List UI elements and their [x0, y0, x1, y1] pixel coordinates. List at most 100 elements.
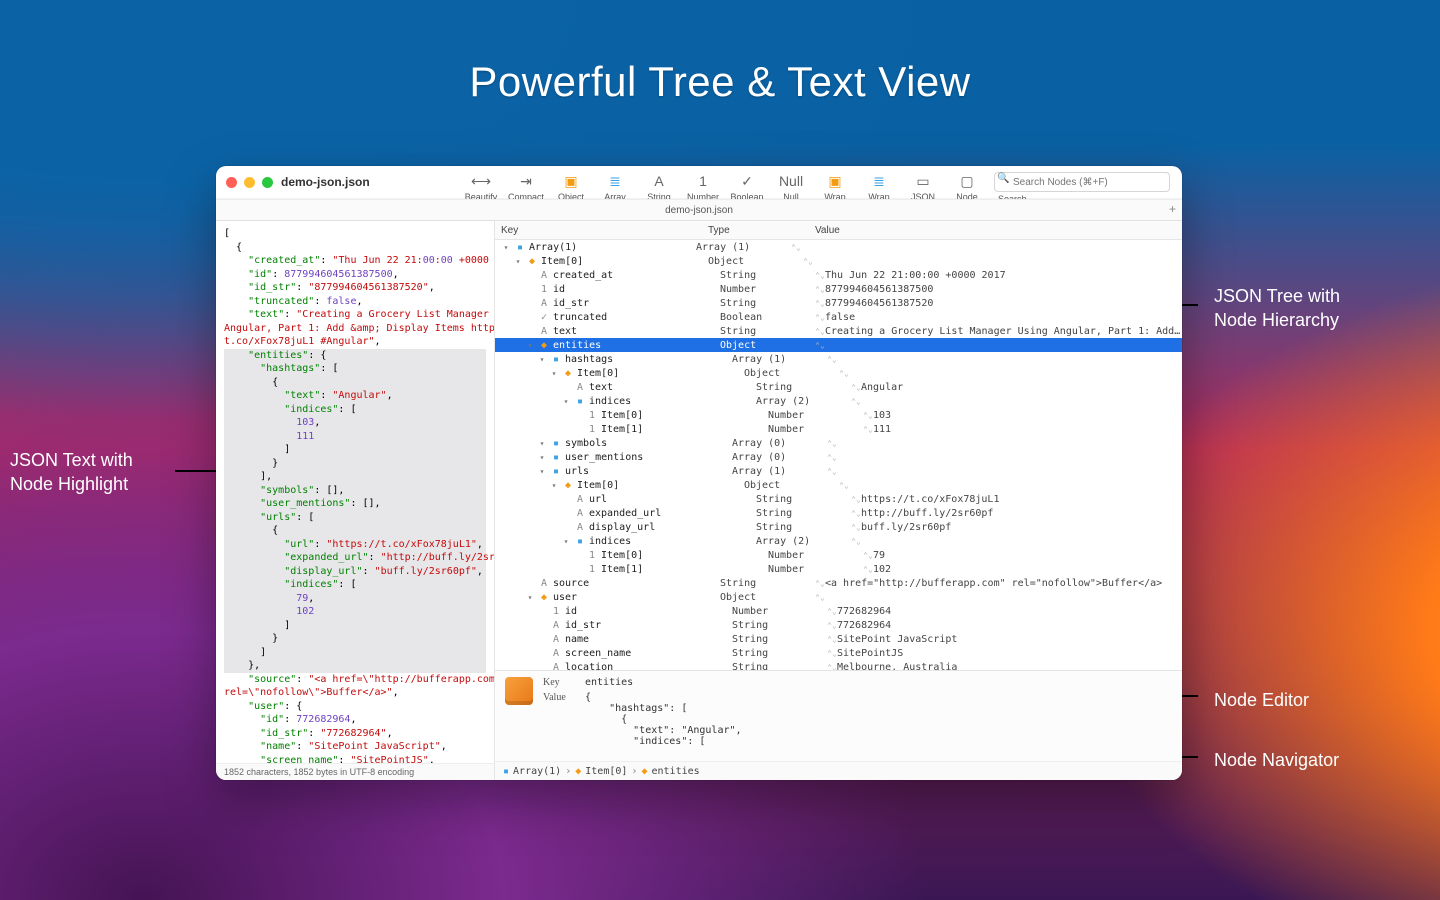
tree-row[interactable]: ▾◆userObject⌃⌄	[495, 590, 1182, 604]
tree-row[interactable]: AnameString⌃⌄SitePoint JavaScript	[495, 632, 1182, 646]
tree-row[interactable]: 1Item[1]Number⌃⌄111	[495, 422, 1182, 436]
tree-row[interactable]: AtextString⌃⌄Angular	[495, 380, 1182, 394]
stepper-icon[interactable]: ⌃⌄	[827, 621, 837, 630]
number-icon: 1	[694, 172, 712, 190]
stepper-icon[interactable]: ⌃⌄	[863, 551, 873, 560]
editor-key-value[interactable]: entities	[585, 677, 633, 688]
stepper-icon[interactable]: ⌃⌄	[827, 467, 837, 476]
tree-row[interactable]: Ascreen_nameString⌃⌄SitePointJS	[495, 646, 1182, 660]
disclosure-icon[interactable]: ▾	[561, 537, 571, 546]
breadcrumb-item[interactable]: entities	[651, 766, 699, 777]
stepper-icon[interactable]: ⌃⌄	[839, 369, 849, 378]
disclosure-icon[interactable]: ▾	[561, 397, 571, 406]
stepper-icon[interactable]: ⌃⌄	[815, 313, 825, 322]
tree-row[interactable]: ▾▪hashtagsArray (1)⌃⌄	[495, 352, 1182, 366]
tree-row[interactable]: 1Item[0]Number⌃⌄103	[495, 408, 1182, 422]
stepper-icon[interactable]: ⌃⌄	[791, 243, 801, 252]
str-icon: A	[574, 382, 586, 393]
stepper-icon[interactable]: ⌃⌄	[815, 593, 825, 602]
stepper-icon[interactable]: ⌃⌄	[827, 649, 837, 658]
tree-row[interactable]: ▾◆Item[0]Object⌃⌄	[495, 478, 1182, 492]
disclosure-icon[interactable]: ▾	[549, 369, 559, 378]
new-tab-button[interactable]: +	[1169, 202, 1176, 216]
tree-row[interactable]: ▾▪urlsArray (1)⌃⌄	[495, 464, 1182, 478]
stepper-icon[interactable]: ⌃⌄	[851, 523, 861, 532]
json-tree[interactable]: ▾▪Array(1)Array (1)⌃⌄▾◆Item[0]Object⌃⌄Ac…	[495, 240, 1182, 670]
num-icon: 1	[586, 424, 598, 435]
breadcrumb-item[interactable]: Item[0]	[585, 766, 627, 777]
tree-row[interactable]: ▾◆Item[0]Object⌃⌄	[495, 366, 1182, 380]
disclosure-icon[interactable]: ▾	[537, 355, 547, 364]
zoom-icon[interactable]	[262, 177, 273, 188]
disclosure-icon[interactable]: ▾	[549, 481, 559, 490]
tree-row[interactable]: Aexpanded_urlString⌃⌄http://buff.ly/2sr6…	[495, 506, 1182, 520]
tree-row[interactable]: 1idNumber⌃⌄877994604561387500	[495, 282, 1182, 296]
tree-row[interactable]: 1Item[0]Number⌃⌄79	[495, 548, 1182, 562]
stepper-icon[interactable]: ⌃⌄	[815, 579, 825, 588]
stepper-icon[interactable]: ⌃⌄	[827, 663, 837, 671]
stepper-icon[interactable]: ⌃⌄	[827, 453, 837, 462]
disclosure-icon[interactable]: ▾	[501, 243, 511, 252]
col-value[interactable]: Value	[809, 225, 1182, 236]
tree-row[interactable]: ▾▪indicesArray (2)⌃⌄	[495, 534, 1182, 548]
str-icon: A	[538, 578, 550, 589]
editor-value-value[interactable]: { "hashtags": [ { "text": "Angular", "in…	[585, 692, 742, 747]
breadcrumb-item[interactable]: Array(1)	[513, 766, 561, 777]
tree-row[interactable]: ✓truncatedBoolean⌃⌄false	[495, 310, 1182, 324]
disclosure-icon[interactable]: ▾	[525, 593, 535, 602]
stepper-icon[interactable]: ⌃⌄	[851, 537, 861, 546]
stepper-icon[interactable]: ⌃⌄	[851, 509, 861, 518]
minimize-icon[interactable]	[244, 177, 255, 188]
disclosure-icon[interactable]: ▾	[537, 453, 547, 462]
stepper-icon[interactable]: ⌃⌄	[815, 327, 825, 336]
disclosure-icon[interactable]: ▾	[513, 257, 523, 266]
tree-row[interactable]: Adisplay_urlString⌃⌄buff.ly/2sr60pf	[495, 520, 1182, 534]
tree-row[interactable]: Acreated_atString⌃⌄Thu Jun 22 21:00:00 +…	[495, 268, 1182, 282]
json-text-editor[interactable]: [ { "created_at": "Thu Jun 22 21:00:00 +…	[216, 221, 494, 763]
tab-current[interactable]: demo-json.json	[665, 205, 733, 216]
tree-row[interactable]: AlocationString⌃⌄Melbourne, Australia	[495, 660, 1182, 670]
close-icon[interactable]	[226, 177, 237, 188]
stepper-icon[interactable]: ⌃⌄	[839, 481, 849, 490]
tree-row[interactable]: ▾▪user_mentionsArray (0)⌃⌄	[495, 450, 1182, 464]
stepper-icon[interactable]: ⌃⌄	[815, 285, 825, 294]
search-input[interactable]	[994, 172, 1170, 192]
stepper-icon[interactable]: ⌃⌄	[851, 383, 861, 392]
tree-row[interactable]: 1idNumber⌃⌄772682964	[495, 604, 1182, 618]
bool-icon: ✓	[538, 312, 550, 323]
stepper-icon[interactable]: ⌃⌄	[815, 271, 825, 280]
stepper-icon[interactable]: ⌃⌄	[851, 397, 861, 406]
col-type[interactable]: Type	[702, 225, 809, 236]
tree-row[interactable]: ▾▪Array(1)Array (1)⌃⌄	[495, 240, 1182, 254]
tree-row[interactable]: ▾▪indicesArray (2)⌃⌄	[495, 394, 1182, 408]
stepper-icon[interactable]: ⌃⌄	[815, 341, 825, 350]
tree-row[interactable]: AurlString⌃⌄https://t.co/xFox78juL1	[495, 492, 1182, 506]
stepper-icon[interactable]: ⌃⌄	[827, 355, 837, 364]
editor-key-label: Key	[543, 677, 577, 688]
tree-row[interactable]: ▾◆Item[0]Object⌃⌄	[495, 254, 1182, 268]
tree-row[interactable]: 1Item[1]Number⌃⌄102	[495, 562, 1182, 576]
col-key[interactable]: Key	[495, 225, 702, 236]
stepper-icon[interactable]: ⌃⌄	[851, 495, 861, 504]
stepper-icon[interactable]: ⌃⌄	[827, 635, 837, 644]
stepper-icon[interactable]: ⌃⌄	[803, 257, 813, 266]
annotation-navigator: Node Navigator	[1214, 748, 1339, 772]
array-icon: ≣	[606, 172, 624, 190]
stepper-icon[interactable]: ⌃⌄	[863, 565, 873, 574]
str-icon: A	[550, 648, 562, 659]
tree-row[interactable]: Aid_strString⌃⌄877994604561387520	[495, 296, 1182, 310]
stepper-icon[interactable]: ⌃⌄	[827, 607, 837, 616]
disclosure-icon[interactable]: ▾	[525, 341, 535, 350]
stepper-icon[interactable]: ⌃⌄	[827, 439, 837, 448]
tree-row[interactable]: AtextString⌃⌄Creating a Grocery List Man…	[495, 324, 1182, 338]
disclosure-icon[interactable]: ▾	[537, 467, 547, 476]
breadcrumb-navigator[interactable]: ▪ Array(1)›◆ Item[0]›◆ entities	[495, 761, 1182, 780]
stepper-icon[interactable]: ⌃⌄	[863, 425, 873, 434]
stepper-icon[interactable]: ⌃⌄	[863, 411, 873, 420]
stepper-icon[interactable]: ⌃⌄	[815, 299, 825, 308]
tree-row[interactable]: ▾◆entitiesObject⌃⌄	[495, 338, 1182, 352]
disclosure-icon[interactable]: ▾	[537, 439, 547, 448]
tree-row[interactable]: ▾▪symbolsArray (0)⌃⌄	[495, 436, 1182, 450]
tree-row[interactable]: AsourceString⌃⌄<a href="http://bufferapp…	[495, 576, 1182, 590]
tree-row[interactable]: Aid_strString⌃⌄772682964	[495, 618, 1182, 632]
